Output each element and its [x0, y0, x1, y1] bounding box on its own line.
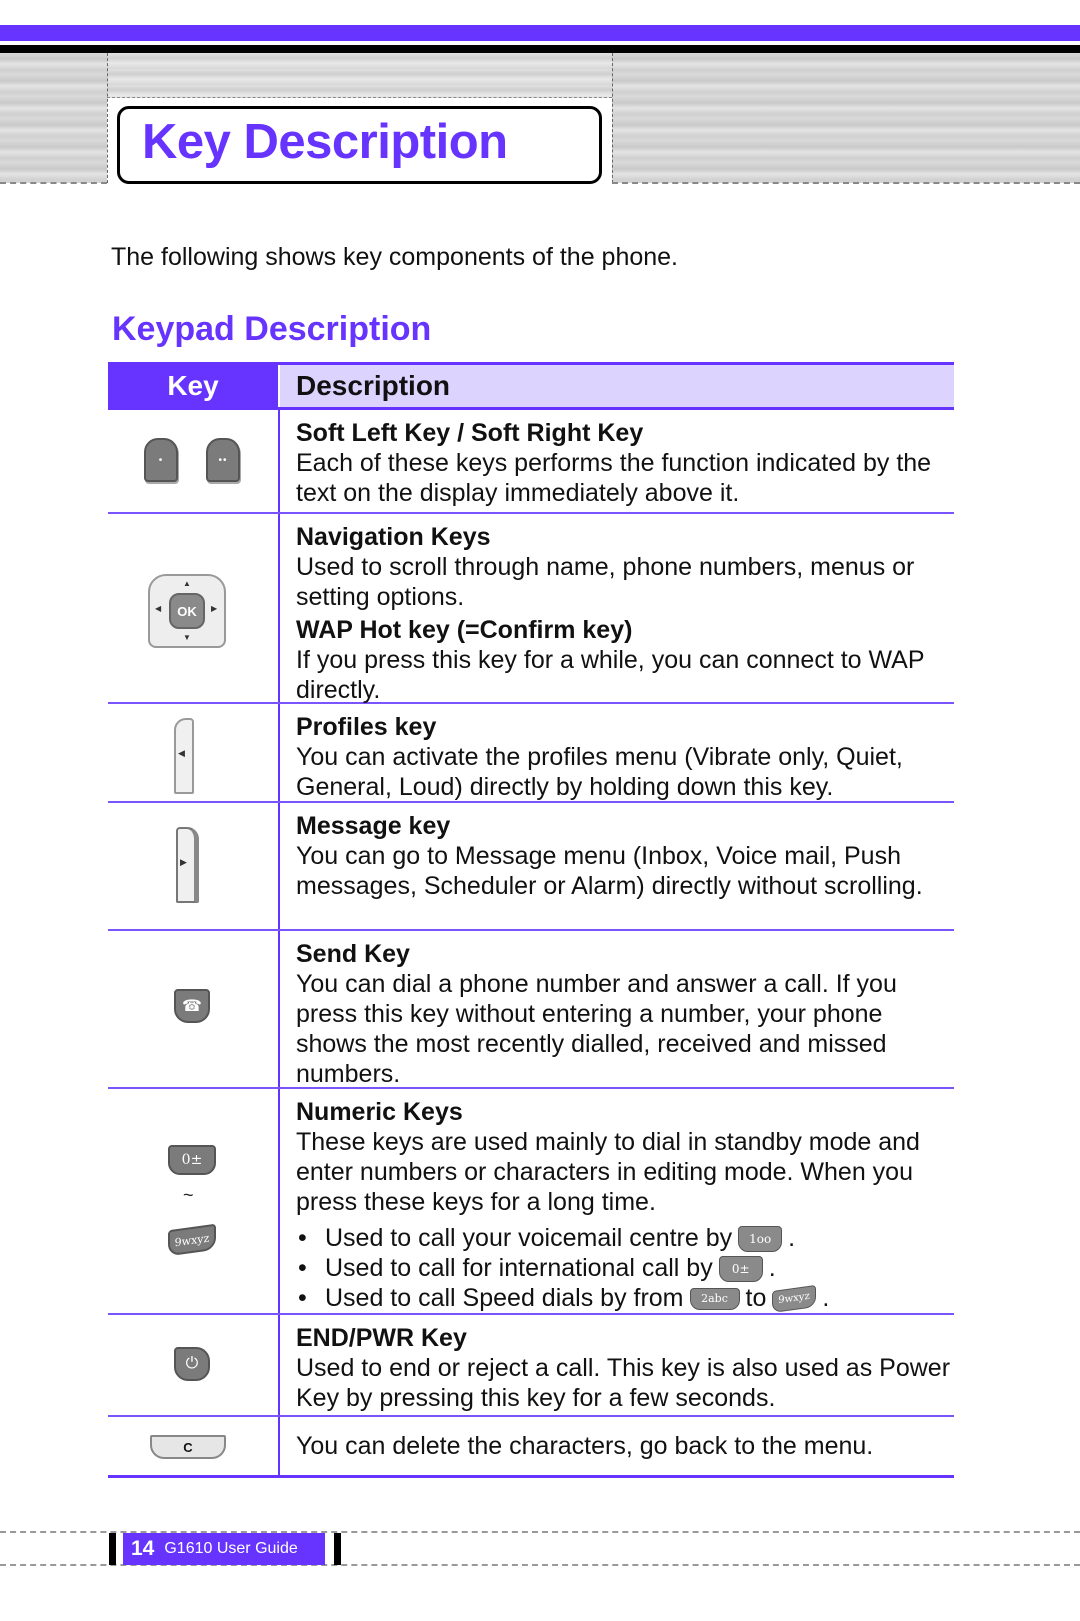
- arrow-right-icon: ▶: [211, 604, 218, 613]
- description-cell: Message key You can go to Message menu (…: [280, 803, 954, 929]
- key-title: WAP Hot key (=Confirm key): [296, 616, 633, 644]
- key-text: These keys are used mainly to dial in st…: [296, 1128, 920, 1216]
- one-key-icon: 1oo: [738, 1226, 783, 1253]
- footer-label: 14 G1610 User Guide: [123, 1533, 325, 1565]
- intro-text: The following shows key components of th…: [111, 243, 679, 271]
- send-key-icon: ☎: [174, 989, 210, 1023]
- key-text: If you press this key for a while, you c…: [296, 646, 925, 704]
- description-cell: END/PWR Key Used to end or reject a call…: [280, 1315, 954, 1415]
- key-cell: ▲ ▼ ◀ ▶ OK: [108, 514, 280, 702]
- zero-key-icon: 0±: [718, 1256, 763, 1283]
- nine-key-icon: 9wxyz: [772, 1285, 817, 1314]
- header-dash: [107, 97, 612, 98]
- header-dash: [612, 182, 1080, 184]
- key-cell: 0± ~ 9wxyz: [108, 1089, 280, 1313]
- key-title: END/PWR Key: [296, 1324, 467, 1352]
- key-title: Profiles key: [296, 713, 437, 741]
- nine-key-icon: 9wxyz: [168, 1223, 216, 1257]
- key-title: Send Key: [296, 940, 410, 968]
- key-cell: ⏻: [108, 1315, 280, 1415]
- profiles-key-icon: ◀: [174, 718, 194, 794]
- table-row: ☎ Send Key You can dial a phone number a…: [108, 931, 954, 1089]
- clear-key-icon: C: [150, 1435, 226, 1459]
- key-description-table: Key Description • •• Soft Left Key / Sof…: [108, 362, 954, 1478]
- two-key-icon: 2abc: [689, 1288, 740, 1311]
- message-key-icon: ▶: [176, 827, 199, 903]
- table-row: ▲ ▼ ◀ ▶ OK Navigation Keys Used to scrol…: [108, 514, 954, 704]
- soft-right-key-icon: ••: [206, 438, 240, 482]
- table-row: ▶ Message key You can go to Message menu…: [108, 803, 954, 931]
- column-header-key: Key: [108, 365, 278, 407]
- key-cell: ▶: [108, 803, 280, 929]
- description-cell: Soft Left Key / Soft Right Key Each of t…: [280, 410, 954, 512]
- table-header: Key Description: [108, 362, 954, 410]
- header-divider: [107, 53, 108, 183]
- footer-bracket: [109, 1533, 116, 1565]
- bullet-item: Used to call for international call by0±…: [296, 1253, 954, 1283]
- key-title: Navigation Keys: [296, 523, 491, 551]
- arrow-up-icon: ▲: [183, 579, 191, 588]
- numeric-key-bullets: Used to call your voicemail centre by1oo…: [296, 1223, 954, 1314]
- bullet-item: Used to call Speed dials by from2abcto9w…: [296, 1283, 954, 1314]
- description-cell: You can delete the characters, go back t…: [280, 1417, 954, 1475]
- header-accent-bar: [0, 25, 1080, 41]
- key-text: Each of these keys performs the function…: [296, 449, 932, 507]
- table-row: C You can delete the characters, go back…: [108, 1417, 954, 1478]
- key-text: You can go to Message menu (Inbox, Voice…: [296, 842, 923, 900]
- key-title: Numeric Keys: [296, 1098, 463, 1126]
- table-row: 0± ~ 9wxyz Numeric Keys These keys are u…: [108, 1089, 954, 1315]
- soft-left-key-icon: •: [144, 438, 178, 482]
- zero-key-icon: 0±: [168, 1145, 216, 1175]
- table-row: ⏻ END/PWR Key Used to end or reject a ca…: [108, 1315, 954, 1417]
- key-cell: ☎: [108, 931, 280, 1087]
- guide-name: G1610 User Guide: [164, 1540, 298, 1557]
- key-text: You can activate the profiles menu (Vibr…: [296, 743, 903, 801]
- end-power-key-icon: ⏻: [174, 1347, 210, 1381]
- description-cell: Profiles key You can activate the profil…: [280, 704, 954, 801]
- footer-bracket: [334, 1533, 341, 1565]
- header-divider: [612, 53, 613, 183]
- table-row: ◀ Profiles key You can activate the prof…: [108, 704, 954, 803]
- key-text: You can delete the characters, go back t…: [296, 1432, 874, 1460]
- arrow-down-icon: ▼: [183, 633, 191, 642]
- header-rule: [0, 45, 1080, 53]
- navigation-keys-icon: ▲ ▼ ◀ ▶ OK: [148, 574, 226, 648]
- page-title: Key Description: [142, 115, 508, 169]
- header-texture-inner: [107, 53, 612, 98]
- description-cell: Navigation Keys Used to scroll through n…: [280, 514, 954, 704]
- key-text: You can dial a phone number and answer a…: [296, 970, 897, 1088]
- header-dash: [0, 182, 107, 184]
- key-title: Message key: [296, 812, 451, 840]
- section-title: Keypad Description: [112, 310, 432, 348]
- key-text: Used to scroll through name, phone numbe…: [296, 553, 915, 611]
- description-cell: Send Key You can dial a phone number and…: [280, 931, 954, 1088]
- range-tilde: ~: [183, 1185, 194, 1205]
- key-cell: C: [108, 1417, 280, 1475]
- key-cell: • ••: [108, 410, 280, 512]
- ok-key: OK: [169, 593, 205, 629]
- key-text: Used to end or reject a call. This key i…: [296, 1354, 951, 1412]
- column-header-description: Description: [278, 365, 954, 407]
- page-number: 14: [131, 1537, 155, 1560]
- arrow-left-icon: ◀: [155, 604, 162, 613]
- table-row: • •• Soft Left Key / Soft Right Key Each…: [108, 410, 954, 514]
- bullet-item: Used to call your voicemail centre by1oo…: [296, 1223, 954, 1253]
- description-cell: Numeric Keys These keys are used mainly …: [280, 1089, 954, 1314]
- key-title: Soft Left Key / Soft Right Key: [296, 419, 644, 447]
- key-cell: ◀: [108, 704, 280, 801]
